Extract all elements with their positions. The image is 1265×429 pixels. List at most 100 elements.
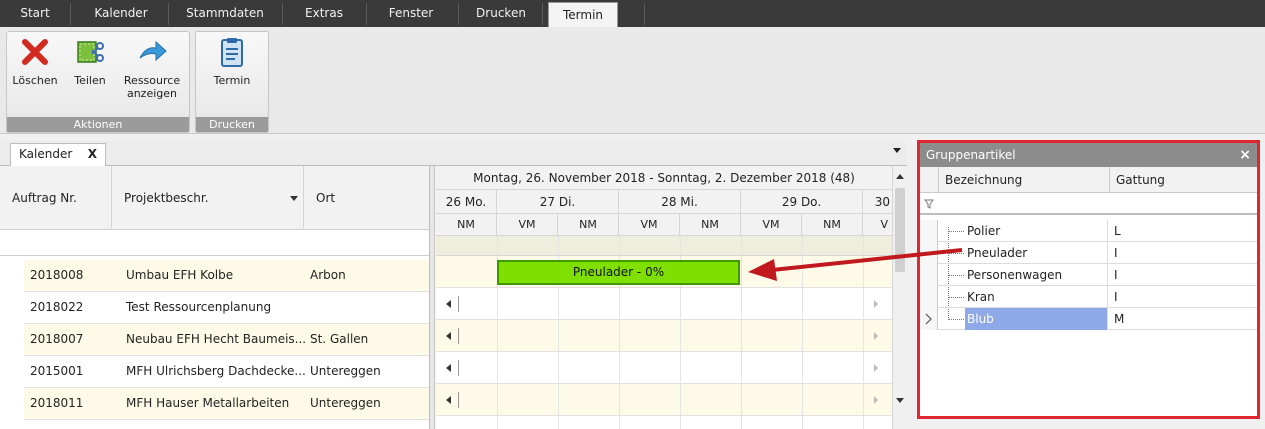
item-name: Kran <box>965 286 1108 308</box>
scheduler-halfday-header: NM VM NM VM NM VM NM V <box>436 214 892 236</box>
group-articles-panel: Gruppenartikel × Bezeichnung Gattung Pol… <box>917 140 1260 419</box>
menu-tab-drucken[interactable]: Drucken <box>466 0 536 27</box>
day-header[interactable]: 27 Di. <box>497 190 619 214</box>
list-item[interactable]: Pneulader I <box>920 242 1257 264</box>
appointment-block[interactable]: Pneulader - 0% <box>497 260 740 285</box>
next-appointment-icon[interactable] <box>874 364 878 372</box>
tab-kalender-label: Kalender <box>19 147 73 161</box>
table-row[interactable]: 2018011 MFH Hauser Metallarbeiten Untere… <box>24 388 429 420</box>
menu-separator <box>458 3 459 25</box>
list-item[interactable]: Polier L <box>920 220 1257 242</box>
halfday-header: V <box>880 218 888 231</box>
day-header[interactable]: 30 <box>863 190 892 214</box>
tab-kalender[interactable]: Kalender X <box>10 143 106 166</box>
previous-appointment-icon[interactable] <box>446 396 451 404</box>
scheduler-row[interactable] <box>436 320 892 352</box>
menu-tab-kalender[interactable]: Kalender <box>86 0 156 27</box>
nav-divider <box>458 392 459 408</box>
list-item-selected[interactable]: Blub M <box>920 308 1257 330</box>
scroll-down-icon[interactable] <box>896 398 904 403</box>
halfday-header: NM <box>436 214 497 236</box>
tree-connector <box>948 231 964 232</box>
cell-auftrag: 2015001 <box>30 364 84 378</box>
panel-filter-row[interactable] <box>920 193 1257 215</box>
delete-button-label: Löschen <box>12 74 58 87</box>
column-header-bezeichnung[interactable]: Bezeichnung <box>938 167 1109 193</box>
next-appointment-icon[interactable] <box>874 300 878 308</box>
tree-connector <box>948 253 964 254</box>
cell-projekt: MFH Hauser Metallarbeiten <box>126 396 290 410</box>
day-header[interactable]: 28 Mi. <box>619 190 741 214</box>
day-header[interactable]: 29 Do. <box>741 190 863 214</box>
menu-tab-fenster[interactable]: Fenster <box>376 0 446 27</box>
next-appointment-icon[interactable] <box>874 396 878 404</box>
cell-auftrag: 2018007 <box>30 332 84 346</box>
table-row[interactable]: 2018007 Neubau EFH Hecht Baumeis... St. … <box>24 324 429 356</box>
item-name: Pneulader <box>965 242 1108 264</box>
list-item[interactable]: Personenwagen I <box>920 264 1257 286</box>
halfday-header: VM <box>497 214 558 236</box>
halfday-header: NM <box>558 214 619 236</box>
column-header-auftrag[interactable]: Auftrag Nr. <box>0 166 112 230</box>
table-row[interactable]: 2018022 Test Ressourcenplanung <box>24 292 429 324</box>
nav-divider <box>458 296 459 312</box>
row-indicator <box>920 264 938 286</box>
print-appointment-button[interactable]: Termin <box>202 36 262 87</box>
menu-bar: Start Kalender Stammdaten Extras Fenster… <box>0 0 1265 28</box>
menu-separator <box>366 3 367 25</box>
menu-tab-extras[interactable]: Extras <box>294 0 354 27</box>
menu-tab-start[interactable]: Start <box>12 0 58 27</box>
day-header[interactable]: 26 Mo. <box>436 190 497 214</box>
menu-tab-stammdaten[interactable]: Stammdaten <box>180 0 270 27</box>
close-icon[interactable]: × <box>1239 143 1251 167</box>
chevron-down-icon[interactable] <box>893 148 901 153</box>
list-item[interactable]: Kran I <box>920 286 1257 308</box>
item-gattung: M <box>1114 312 1125 326</box>
menu-tab-termin[interactable]: Termin <box>548 2 618 28</box>
scroll-up-icon[interactable] <box>896 174 904 179</box>
sort-arrow-icon[interactable] <box>290 196 298 201</box>
scheduler-row[interactable] <box>436 352 892 384</box>
split-icon <box>77 41 104 63</box>
scheduler-allday-band <box>436 236 892 256</box>
column-header-ort[interactable]: Ort <box>304 166 429 230</box>
filter-icon[interactable] <box>924 199 934 209</box>
cell-ort: Arbon <box>310 268 346 282</box>
scheduler-row[interactable] <box>436 288 892 320</box>
item-name: Blub <box>965 308 1108 330</box>
previous-appointment-icon[interactable] <box>446 332 451 340</box>
previous-appointment-icon[interactable] <box>446 364 451 372</box>
tree-connector <box>948 275 964 276</box>
previous-appointment-icon[interactable] <box>446 300 451 308</box>
cell-auftrag: 2018008 <box>30 268 84 282</box>
scheduler-row[interactable] <box>436 384 892 416</box>
show-resource-button-label: Ressource anzeigen <box>123 74 181 100</box>
split-button[interactable]: Teilen <box>65 36 115 87</box>
cell-projekt: Neubau EFH Hecht Baumeis... <box>126 332 306 346</box>
scheduler-scrollbar[interactable] <box>892 166 907 429</box>
cell-projekt: MFH Ulrichsberg Dachdecke... <box>126 364 306 378</box>
next-appointment-icon[interactable] <box>874 332 878 340</box>
panel-grid-header: Bezeichnung Gattung <box>920 167 1257 193</box>
scheduler-day-header: 26 Mo. 27 Di. 28 Mi. 29 Do. 30 <box>436 190 892 214</box>
column-header-projekt[interactable]: Projektbeschr. <box>112 166 304 230</box>
close-icon[interactable]: X <box>88 144 97 165</box>
nav-divider <box>458 360 459 376</box>
menu-separator <box>542 3 543 25</box>
column-header-gattung[interactable]: Gattung <box>1109 167 1257 193</box>
show-resource-button[interactable]: Ressource anzeigen <box>119 36 185 100</box>
table-row[interactable]: 2015001 MFH Ulrichsberg Dachdecke... Unt… <box>24 356 429 388</box>
grid-header: Auftrag Nr. Projektbeschr. Ort <box>0 166 429 230</box>
scrollbar-thumb[interactable] <box>895 188 905 272</box>
scheduler: Montag, 26. November 2018 - Sonntag, 2. … <box>436 166 907 429</box>
order-grid: Auftrag Nr. Projektbeschr. Ort 2018008 U… <box>0 166 430 429</box>
grid-filter-row[interactable] <box>0 230 429 256</box>
item-name: Personenwagen <box>965 264 1108 286</box>
delete-button[interactable]: Löschen <box>9 36 61 87</box>
menu-separator <box>282 3 283 25</box>
ribbon-group-label: Drucken <box>196 117 268 132</box>
menu-separator <box>70 3 71 25</box>
grid-splitter[interactable] <box>430 166 435 429</box>
table-row[interactable]: 2018008 Umbau EFH Kolbe Arbon <box>24 260 429 292</box>
item-gattung: L <box>1114 224 1121 238</box>
